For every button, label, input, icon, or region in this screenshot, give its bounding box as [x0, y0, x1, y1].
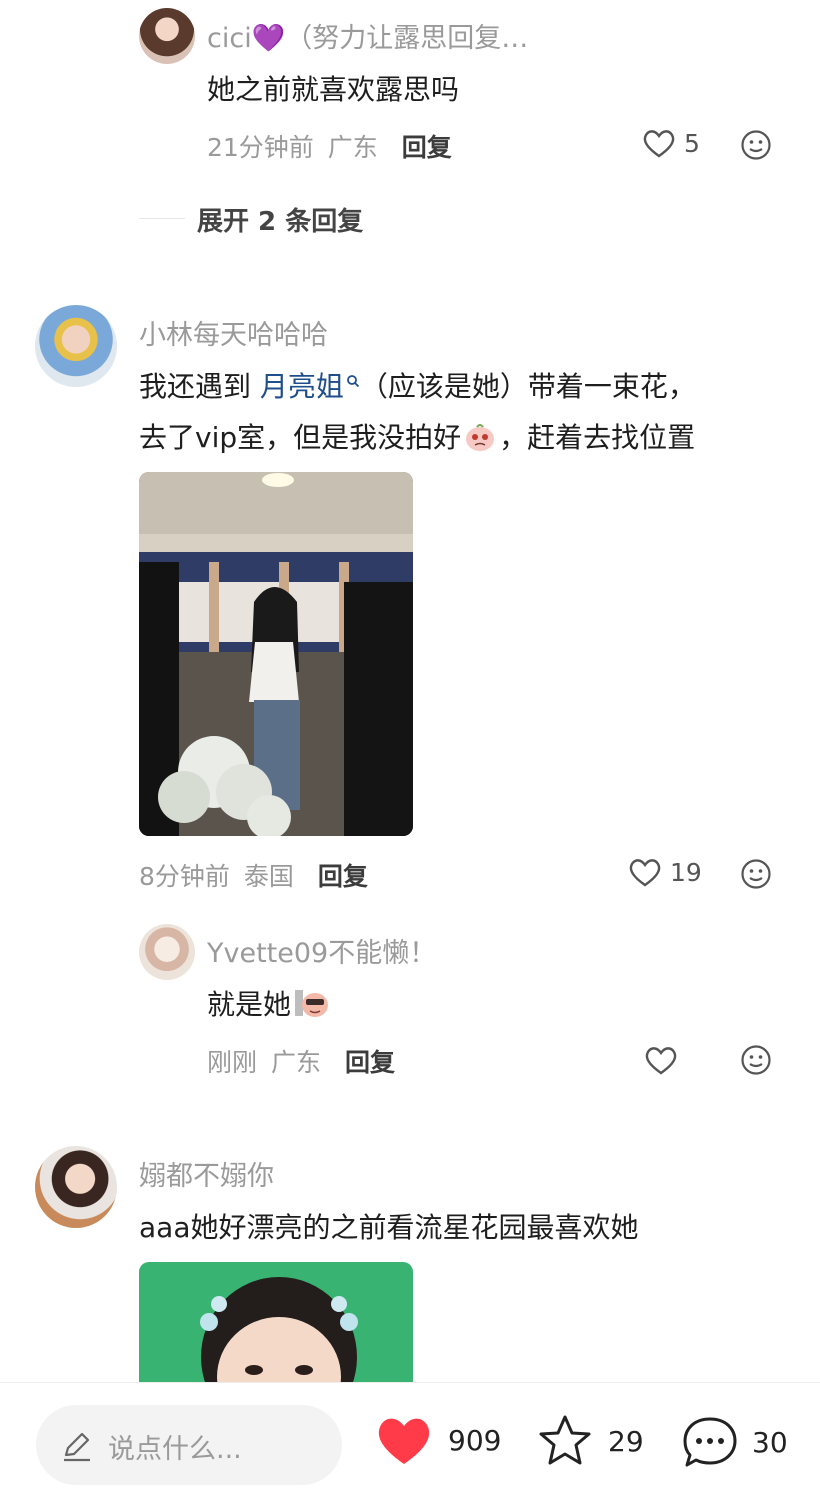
- comment-text: 她之前就喜欢露思吗: [207, 73, 460, 106]
- comment-input-placeholder: 说点什么...: [108, 1434, 242, 1465]
- comment-location: 广东: [327, 133, 378, 162]
- mention-link[interactable]: 月亮姐: [260, 370, 344, 403]
- comment-time: 8分钟前: [139, 862, 230, 891]
- comment-text-segment: （应该是她）带着一束花，: [359, 370, 696, 403]
- comment-location: 泰国: [243, 862, 294, 891]
- like-button[interactable]: 5: [642, 128, 700, 158]
- comment-input[interactable]: 说点什么...: [36, 1405, 342, 1485]
- commenter-name[interactable]: 小林每天哈哈哈: [139, 313, 328, 352]
- heart-outline-icon: [643, 130, 675, 158]
- reply-button[interactable]: 回复: [402, 133, 452, 162]
- search-icon[interactable]: [346, 374, 360, 388]
- comment-time: 21分钟前: [207, 133, 314, 162]
- commenter-name[interactable]: Yvette09不能懒！: [207, 931, 436, 970]
- commenter-name[interactable]: cici💜（努力让露思回复…: [207, 16, 528, 55]
- like-post-button[interactable]: 909: [374, 1413, 501, 1467]
- expand-divider: [139, 218, 185, 219]
- commenter-name[interactable]: 嫋都不嫋你: [139, 1154, 274, 1193]
- bottom-action-bar: 说点什么... 909 29 30: [0, 1382, 820, 1493]
- expand-replies-button[interactable]: 展开 2 条回复: [197, 201, 363, 238]
- photo-portrait: [139, 1262, 413, 1402]
- like-button[interactable]: 19: [628, 857, 702, 887]
- comment-text: 就是她: [207, 983, 331, 1023]
- comment-text-segment: 就是她: [207, 988, 292, 1021]
- comment-count-button[interactable]: 30: [680, 1413, 788, 1471]
- like-count: 19: [670, 857, 702, 887]
- chat-bubble-icon: [683, 1417, 737, 1467]
- comment-meta: 8分钟前 泰国 回复: [139, 857, 368, 893]
- heart-filled-icon: [378, 1418, 430, 1464]
- favorite-count: 29: [608, 1424, 644, 1458]
- comment-text-segment: 去了vip室，但是我没拍好: [139, 421, 462, 454]
- comment-time: 刚刚: [207, 1048, 258, 1077]
- post-like-count: 909: [448, 1423, 502, 1457]
- comment-meta: 21分钟前 广东 回复: [207, 128, 452, 164]
- emoji-face-icon[interactable]: [740, 129, 772, 161]
- like-count: 5: [684, 128, 700, 158]
- avatar-third-commenter[interactable]: [35, 1146, 117, 1228]
- reply-button[interactable]: 回复: [345, 1048, 395, 1077]
- peach-sunglasses-emoji-icon: [295, 990, 329, 1017]
- avatar-cici[interactable]: [139, 8, 195, 64]
- comment-location: 广东: [270, 1048, 321, 1077]
- star-outline-icon: [539, 1415, 591, 1465]
- comment-meta: 刚刚 广东 回复: [207, 1043, 395, 1079]
- comment-photo[interactable]: [139, 472, 413, 836]
- heart-outline-icon: [629, 859, 661, 887]
- comment-text-line1: 我还遇到 月亮姐 （应该是她）带着一束花，: [139, 365, 696, 405]
- reply-button[interactable]: 回复: [318, 862, 368, 891]
- photo-airport-flowers: [139, 472, 413, 836]
- pencil-icon: [64, 1432, 90, 1462]
- emoji-face-icon[interactable]: [740, 858, 772, 890]
- comment-text: aaa她好漂亮的之前看流星花园最喜欢她: [139, 1211, 639, 1244]
- comment-text-segment: ，赶着去找位置: [499, 421, 696, 454]
- comment-count: 30: [752, 1425, 788, 1459]
- comment-text-line2: 去了vip室，但是我没拍好 ，赶着去找位置: [139, 416, 695, 456]
- embarrassed-peach-emoji-icon: [466, 424, 495, 451]
- avatar-yvette[interactable]: [139, 924, 195, 980]
- comment-text-segment: 我还遇到: [139, 370, 260, 403]
- favorite-button[interactable]: 29: [536, 1413, 644, 1469]
- comment-photo[interactable]: [139, 1262, 413, 1402]
- emoji-face-icon[interactable]: [740, 1044, 772, 1076]
- avatar-xiaolin[interactable]: [35, 305, 117, 387]
- heart-outline-icon[interactable]: [644, 1045, 678, 1075]
